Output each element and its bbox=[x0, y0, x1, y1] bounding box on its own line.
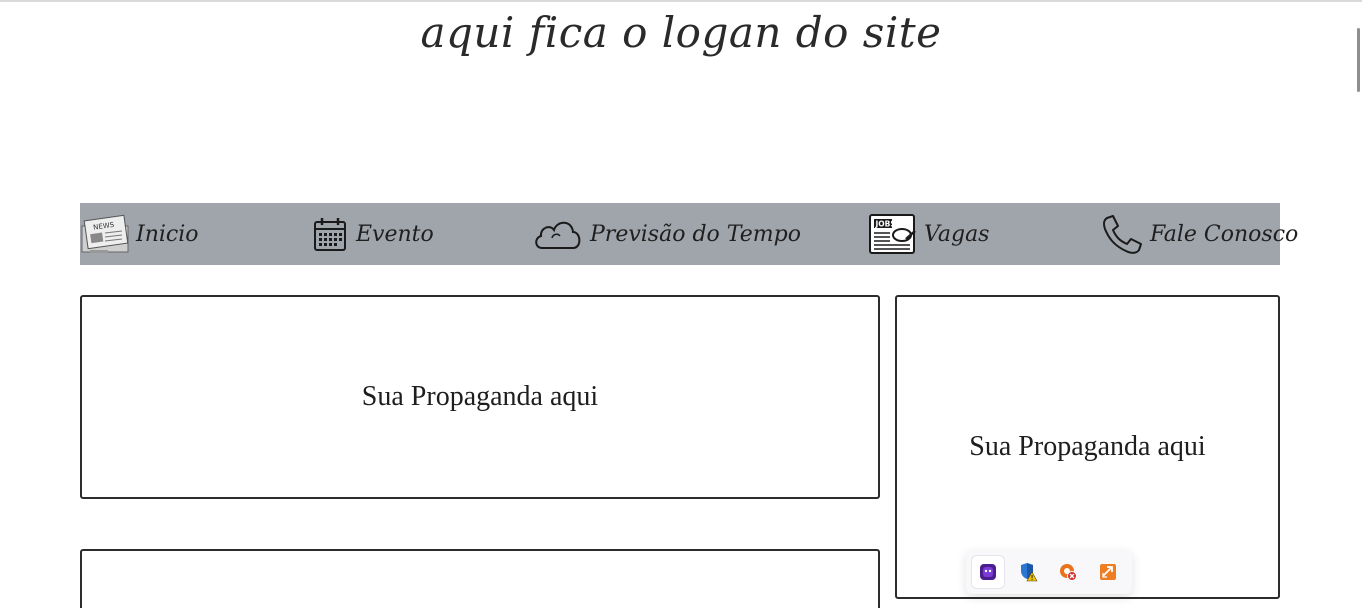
cloud-icon bbox=[532, 214, 584, 254]
newspaper-icon: NEWS bbox=[80, 212, 130, 256]
nav-item-label: Previsão do Tempo bbox=[590, 221, 801, 247]
phone-icon bbox=[1098, 213, 1144, 255]
ad-banner-main[interactable]: Sua Propaganda aqui bbox=[80, 295, 880, 499]
calendar-icon bbox=[310, 214, 350, 254]
ad-banner-lower[interactable] bbox=[80, 549, 880, 608]
shield-warning-icon[interactable] bbox=[1012, 556, 1044, 588]
nav-item-fale-conosco[interactable]: Fale Conosco bbox=[1098, 211, 1298, 257]
nav-item-inicio[interactable]: NEWS Inicio bbox=[80, 211, 199, 257]
browser-top-border bbox=[0, 0, 1362, 2]
nav-item-label: Evento bbox=[356, 221, 434, 247]
ad-banner-text: Sua Propaganda aqui bbox=[361, 381, 599, 412]
nav-item-label: Vagas bbox=[924, 221, 990, 247]
jobs-newspaper-icon: JOBS bbox=[868, 211, 918, 257]
purple-app-icon[interactable] bbox=[972, 556, 1004, 588]
extension-tray bbox=[966, 550, 1132, 594]
main-navigation: NEWS Inicio Evento Previsão do Tempo JOB… bbox=[80, 203, 1298, 265]
site-logo[interactable]: aqui fica o logan do site bbox=[0, 8, 1362, 57]
svg-text:JOBS: JOBS bbox=[875, 220, 896, 229]
page: aqui fica o logan do site NEWS Inicio Ev… bbox=[0, 0, 1362, 608]
nav-item-previsao-do-tempo[interactable]: Previsão do Tempo bbox=[532, 211, 801, 257]
nav-item-label: Fale Conosco bbox=[1150, 221, 1299, 247]
nav-item-label: Inicio bbox=[136, 221, 199, 247]
orange-extension-icon[interactable] bbox=[1092, 556, 1124, 588]
ad-banner-text: Sua Propaganda aqui bbox=[969, 431, 1206, 462]
nav-item-evento[interactable]: Evento bbox=[310, 211, 434, 257]
nav-item-vagas[interactable]: JOBS Vagas bbox=[868, 211, 989, 257]
blocked-icon[interactable] bbox=[1052, 556, 1084, 588]
